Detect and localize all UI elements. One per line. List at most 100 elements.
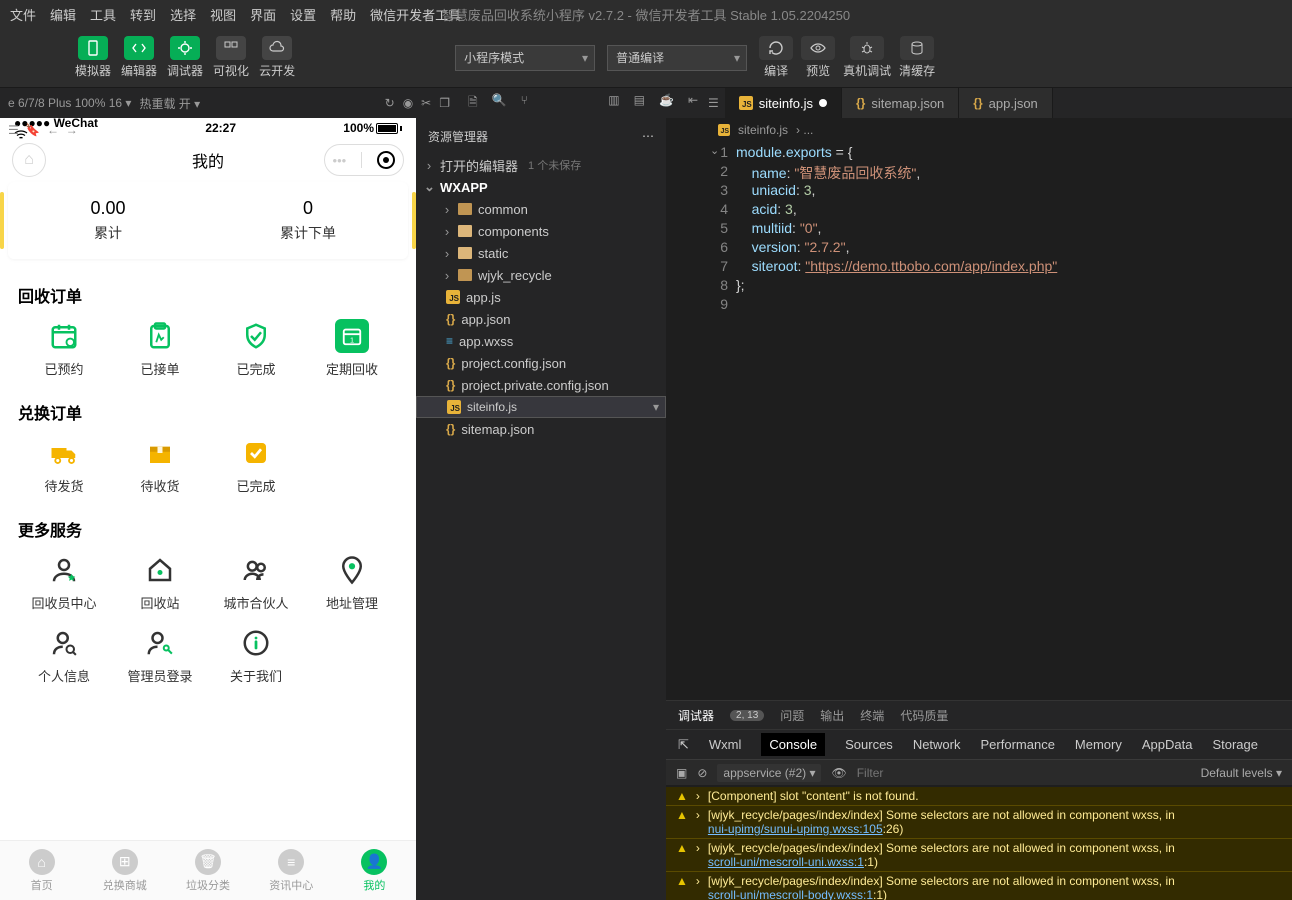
devtools-tab-network[interactable]: Network: [913, 737, 961, 752]
menu-item[interactable]: 帮助: [330, 5, 356, 24]
tab-mall[interactable]: ⊞兑换商城: [83, 841, 166, 900]
more-icon[interactable]: ⋯: [642, 129, 654, 143]
dbg-tab-quality[interactable]: 代码质量: [900, 707, 948, 724]
grid-item-periodic[interactable]: 1定期回收: [306, 319, 398, 378]
dbg-tab-problems[interactable]: 问题: [780, 707, 804, 724]
more-icon[interactable]: •••: [333, 153, 347, 168]
capsule[interactable]: •••: [324, 144, 404, 176]
folder-wjyk-recycle[interactable]: ›wjyk_recycle: [416, 264, 666, 286]
tab-mine[interactable]: 👤我的: [333, 841, 416, 900]
fold-icon[interactable]: ⌄: [710, 144, 719, 157]
file-app-json[interactable]: {}app.json: [416, 308, 666, 330]
file-siteinfo-js[interactable]: JSsiteinfo.js: [416, 396, 666, 418]
preview-button[interactable]: [801, 36, 835, 60]
grid-item-address[interactable]: 地址管理: [306, 553, 398, 612]
levels-select[interactable]: Default levels ▾: [1201, 766, 1282, 780]
menu-item[interactable]: 编辑: [50, 5, 76, 24]
tab-sitemap[interactable]: {} sitemap.json: [842, 88, 959, 118]
grid-item-receive[interactable]: 待收货: [114, 436, 206, 495]
open-editors-section[interactable]: ›打开的编辑器1 个未保存: [416, 154, 666, 176]
warn-link[interactable]: scroll-uni/mescroll-body.wxss:1: [708, 888, 873, 900]
grid-item-partner[interactable]: 城市合伙人: [210, 553, 302, 612]
panel-toggle-icon[interactable]: ▥: [608, 93, 619, 114]
code-editor[interactable]: ⌄ 123456789 module.exports = { name: "智慧…: [666, 142, 1292, 700]
compile-select[interactable]: 普通编译: [607, 45, 747, 71]
inspect-icon[interactable]: ⇱: [678, 737, 689, 753]
mode-select[interactable]: 小程序模式: [455, 45, 595, 71]
branch-icon[interactable]: ⑂: [521, 93, 528, 114]
clear-console-icon[interactable]: ⊘: [697, 766, 707, 780]
grid-item-ship[interactable]: 待发货: [18, 436, 110, 495]
breadcrumb[interactable]: ☰ 🔖 ← → JS siteinfo.js › ...: [666, 118, 1292, 142]
dbg-tab-output[interactable]: 输出: [820, 707, 844, 724]
grid-item-exchange-done[interactable]: 已完成: [210, 436, 302, 495]
file-project-config[interactable]: {}project.config.json: [416, 352, 666, 374]
devtools-tab-performance[interactable]: Performance: [981, 737, 1055, 752]
eye-icon[interactable]: 👁: [831, 766, 846, 780]
project-root[interactable]: ⌄WXAPP: [416, 176, 666, 198]
grid-item-station[interactable]: 回收站: [114, 553, 206, 612]
console-filter-input[interactable]: [857, 766, 1191, 780]
dbg-tab-terminal[interactable]: 终端: [860, 707, 884, 724]
grid-item-reserved[interactable]: 已预约: [18, 319, 110, 378]
cut-icon[interactable]: ✂: [421, 96, 431, 110]
visual-button[interactable]: [216, 36, 246, 60]
cloud-dev-button[interactable]: [262, 36, 292, 60]
tab-siteinfo[interactable]: JS siteinfo.js: [725, 88, 842, 118]
compile-button[interactable]: [759, 36, 793, 60]
tab-appjson[interactable]: {} app.json: [959, 88, 1053, 118]
menu-item[interactable]: 文件: [10, 5, 36, 24]
console-log[interactable]: ▲›[Component] slot "content" is not foun…: [666, 785, 1292, 900]
files-icon[interactable]: 🗎: [468, 93, 478, 114]
folder-components[interactable]: ›components: [416, 220, 666, 242]
editor-button[interactable]: [124, 36, 154, 60]
sidebar-toggle-icon[interactable]: ▣: [676, 766, 687, 780]
menu-item[interactable]: 工具: [90, 5, 116, 24]
tab-sort[interactable]: 🗑垃圾分类: [166, 841, 249, 900]
menu-item[interactable]: 界面: [250, 5, 276, 24]
file-project-private-config[interactable]: {}project.private.config.json: [416, 374, 666, 396]
devtools-tab-memory[interactable]: Memory: [1075, 737, 1122, 752]
file-sitemap-json[interactable]: {}sitemap.json: [416, 418, 666, 440]
file-app-js[interactable]: JSapp.js: [416, 286, 666, 308]
dbg-tab-debugger[interactable]: 调试器: [678, 707, 714, 724]
bookmark-icon[interactable]: ☰ 🔖 ← →: [8, 123, 78, 137]
devtools-tab-sources[interactable]: Sources: [845, 737, 893, 752]
debugger-button[interactable]: [170, 36, 200, 60]
hotreload-toggle[interactable]: 热重载 开 ▾: [139, 95, 200, 112]
simulator-button[interactable]: [78, 36, 108, 60]
popout-icon[interactable]: ❐: [439, 96, 450, 110]
hot-icon[interactable]: ☕: [659, 93, 674, 114]
panel-toggle2-icon[interactable]: ▤: [634, 93, 645, 114]
remote-debug-button[interactable]: [850, 36, 884, 60]
home-button[interactable]: ⌂: [12, 143, 46, 177]
menu-item[interactable]: 转到: [130, 5, 156, 24]
devtools-tab-wxml[interactable]: Wxml: [709, 737, 742, 752]
grid-item-profile[interactable]: 个人信息: [18, 626, 110, 685]
grid-item-admin[interactable]: 管理员登录: [114, 626, 206, 685]
record-icon[interactable]: ◉: [403, 96, 413, 110]
devtools-tab-storage[interactable]: Storage: [1212, 737, 1258, 752]
tab-home[interactable]: ⌂首页: [0, 841, 83, 900]
collapse-icon[interactable]: ⇤: [688, 93, 698, 114]
grid-item-done[interactable]: 已完成: [210, 319, 302, 378]
tab-news[interactable]: ≡资讯中心: [250, 841, 333, 900]
grid-item-accepted[interactable]: 已接单: [114, 319, 206, 378]
refresh-icon[interactable]: ↻: [385, 96, 395, 110]
menu-item[interactable]: 设置: [290, 5, 316, 24]
warn-link[interactable]: nui-upimg/sunui-upimg.wxss:105: [708, 822, 883, 836]
file-app-wxss[interactable]: ≡app.wxss: [416, 330, 666, 352]
menu-item[interactable]: 视图: [210, 5, 236, 24]
close-icon[interactable]: [377, 151, 395, 169]
folder-common[interactable]: ›common: [416, 198, 666, 220]
grid-item-recycler-center[interactable]: 回收员中心: [18, 553, 110, 612]
folder-static[interactable]: ›static: [416, 242, 666, 264]
warn-link[interactable]: scroll-uni/mescroll-uni.wxss:1: [708, 855, 864, 869]
devtools-tab-appdata[interactable]: AppData: [1142, 737, 1193, 752]
clear-cache-button[interactable]: [900, 36, 934, 60]
menu-item[interactable]: 选择: [170, 5, 196, 24]
split-editor-icon[interactable]: ☰: [708, 96, 719, 110]
grid-item-about[interactable]: 关于我们: [210, 626, 302, 685]
context-select[interactable]: appservice (#2) ▾: [717, 764, 821, 782]
device-select[interactable]: e 6/7/8 Plus 100% 16 ▾: [8, 96, 131, 110]
